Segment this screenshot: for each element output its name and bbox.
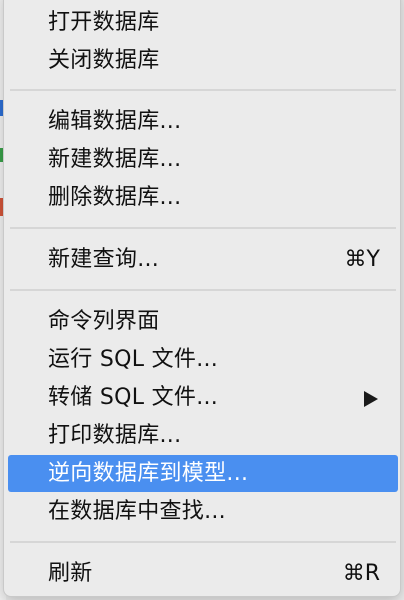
triangle-right-icon xyxy=(364,391,378,407)
menu-item-reverse-database-to-model[interactable]: 逆向数据库到模型... xyxy=(8,455,398,492)
menu-item-run-sql-file[interactable]: 运行 SQL 文件... xyxy=(8,341,398,378)
menu-item-label: 删除数据库... xyxy=(48,185,182,210)
menu-item-print-database[interactable]: 打印数据库... xyxy=(8,417,398,454)
menu-separator xyxy=(10,227,396,229)
menu-item-label: 运行 SQL 文件... xyxy=(48,347,219,372)
menu-item-delete-database[interactable]: 删除数据库... xyxy=(8,179,398,216)
menu-item-command-line-interface[interactable]: 命令列界面 xyxy=(8,303,398,340)
menu-item-label: 逆向数据库到模型... xyxy=(48,461,249,486)
menu-item-new-database[interactable]: 新建数据库... xyxy=(8,141,398,178)
menu-item-label: 在数据库中查找... xyxy=(48,499,226,524)
keyboard-shortcut: ⌘Y xyxy=(344,247,380,272)
menu-item-dump-sql-file[interactable]: 转储 SQL 文件... xyxy=(8,379,398,416)
menu-item-refresh[interactable]: 刷新 ⌘R xyxy=(8,555,398,592)
menu-item-label: 刷新 xyxy=(48,561,93,586)
menu-item-label: 打开数据库 xyxy=(48,10,160,35)
menu-item-find-in-database[interactable]: 在数据库中查找... xyxy=(8,493,398,530)
database-context-menu: 打开数据库 关闭数据库 编辑数据库... 新建数据库... 删除数据库... 新… xyxy=(3,0,401,597)
menu-item-label: 新建数据库... xyxy=(48,147,182,172)
menu-item-label: 打印数据库... xyxy=(48,423,182,448)
menu-item-edit-database[interactable]: 编辑数据库... xyxy=(8,103,398,140)
keyboard-shortcut: ⌘R xyxy=(342,561,380,586)
menu-item-label: 新建查询... xyxy=(48,247,160,272)
menu-item-label: 命令列界面 xyxy=(48,309,160,334)
menu-separator xyxy=(10,289,396,291)
menu-item-label: 编辑数据库... xyxy=(48,109,182,134)
menu-separator xyxy=(10,541,396,543)
menu-item-close-database[interactable]: 关闭数据库 xyxy=(8,42,398,79)
menu-item-label: 转储 SQL 文件... xyxy=(48,385,219,410)
menu-item-open-database[interactable]: 打开数据库 xyxy=(8,4,398,41)
menu-item-new-query[interactable]: 新建查询... ⌘Y xyxy=(8,241,398,278)
menu-separator xyxy=(10,89,396,91)
menu-item-label: 关闭数据库 xyxy=(48,48,160,73)
